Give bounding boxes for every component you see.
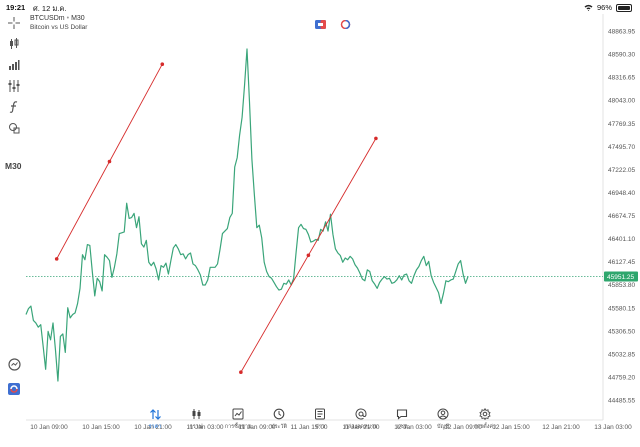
account-icon [437, 408, 449, 420]
trend-line-handle[interactable] [160, 62, 165, 67]
x-tick-label: 10 Jan 09:00 [30, 424, 68, 431]
symbol-separator: • [66, 15, 70, 22]
y-tick-label: 46401.10 [608, 236, 635, 243]
trend-line-handle[interactable] [107, 159, 112, 164]
quick-trade-icon[interactable] [340, 20, 351, 29]
news-icon [315, 408, 325, 420]
tab-sort-arrows[interactable]: ราคา [133, 408, 177, 431]
trend-line-handle[interactable] [374, 136, 378, 141]
y-tick-label: 46674.75 [608, 213, 635, 220]
y-tick-label: 44485.55 [608, 398, 635, 405]
tab-at[interactable]: กล่องจดหมาย [339, 408, 383, 431]
symbol-name: BTCUSDm [30, 15, 65, 22]
brand-icon[interactable] [6, 381, 22, 397]
y-tick-label: 48316.65 [608, 75, 635, 82]
one-click-trading-icon[interactable] [315, 20, 326, 29]
trade-chart-icon [232, 408, 244, 420]
price-chart[interactable]: 48863.95 48590.30 48316.65 48043.00 47769.35… [0, 0, 640, 434]
y-tick-label: 47222.05 [608, 167, 635, 174]
tab-news[interactable]: ข่าว [298, 408, 342, 431]
y-tick-label: 48590.30 [608, 52, 635, 59]
tab-label: กราฟ [189, 424, 203, 430]
candles-icon [192, 409, 201, 419]
y-tick-label: 47769.35 [608, 121, 635, 128]
tab-chat[interactable]: แชท [380, 408, 424, 431]
symbol-header[interactable]: BTCUSDm • M30 [30, 15, 85, 22]
x-tick-label: 10 Jan 15:00 [82, 424, 120, 431]
indicators-icon[interactable] [6, 78, 22, 94]
tab-label: ข่าว [315, 424, 325, 430]
y-tick-label: 45853.80 [608, 282, 635, 289]
symbol-timeframe: M30 [71, 15, 85, 22]
settings-icon [479, 408, 491, 420]
clock-icon[interactable] [6, 356, 22, 372]
y-tick-label: 48863.95 [608, 29, 635, 36]
sort-arrows-icon [150, 409, 161, 420]
tab-trade-chart[interactable]: การซื้อขาย [216, 408, 260, 431]
at-icon [355, 408, 367, 420]
tab-label: แชท [396, 424, 408, 430]
tab-account[interactable]: บัญชี [421, 408, 465, 431]
tab-label: การตั้งค่า [473, 424, 497, 430]
bottom-tab-bar: ราคา กราฟ การซื้อขาย ประวัติ ข่าว กล่องจดหมาย… [0, 408, 640, 447]
crosshair-icon[interactable] [6, 15, 22, 31]
trend-line-handle[interactable] [306, 253, 311, 258]
tab-label: กล่องจดหมาย [344, 424, 378, 430]
tab-candles[interactable]: กราฟ [174, 408, 218, 431]
y-tick-label: 45032.85 [608, 351, 635, 358]
function-icon[interactable] [6, 99, 22, 115]
bar-chart-icon[interactable] [6, 57, 22, 73]
y-tick-label: 44759.20 [608, 374, 635, 381]
trend-line-handle[interactable] [54, 257, 59, 261]
tab-label: บัญชี [437, 424, 449, 430]
x-tick-label: 12 Jan 21:00 [542, 424, 580, 431]
symbol-description: Bitcoin vs US Dollar [30, 24, 88, 31]
x-tick-label: 13 Jan 03:00 [594, 424, 632, 431]
current-price-label: 45951.25 [607, 274, 634, 281]
shapes-icon[interactable] [6, 120, 22, 136]
y-tick-label: 48043.00 [608, 98, 635, 105]
y-tick-label: 47495.70 [608, 144, 635, 151]
tab-label: ประวัติ [270, 424, 288, 430]
tab-label: ราคา [148, 424, 162, 430]
chat-icon [396, 409, 408, 420]
timeframe-label[interactable]: M30 [5, 161, 22, 171]
y-tick-label: 46948.40 [608, 190, 635, 197]
y-tick-label: 45580.15 [608, 305, 635, 312]
price-series-line [25, 48, 469, 382]
history-icon [273, 408, 285, 420]
tab-label: การซื้อขาย [224, 424, 252, 430]
tab-history[interactable]: ประวัติ [257, 408, 301, 431]
y-tick-label: 45306.50 [608, 328, 635, 335]
y-tick-label: 46127.45 [608, 259, 635, 266]
tab-settings[interactable]: การตั้งค่า [463, 408, 507, 431]
trend-line-handle[interactable] [239, 370, 243, 375]
candlestick-icon[interactable] [6, 36, 22, 52]
